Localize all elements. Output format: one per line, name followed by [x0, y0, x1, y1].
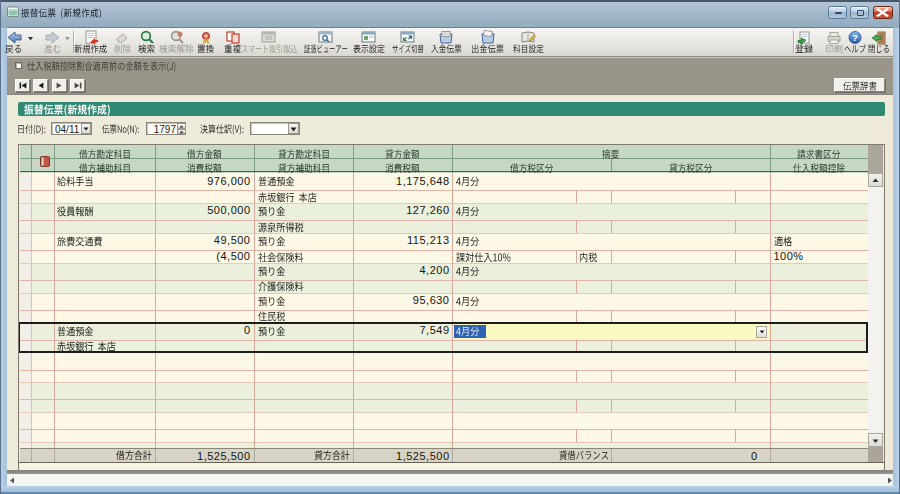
svg-text:?: ?	[852, 32, 858, 43]
